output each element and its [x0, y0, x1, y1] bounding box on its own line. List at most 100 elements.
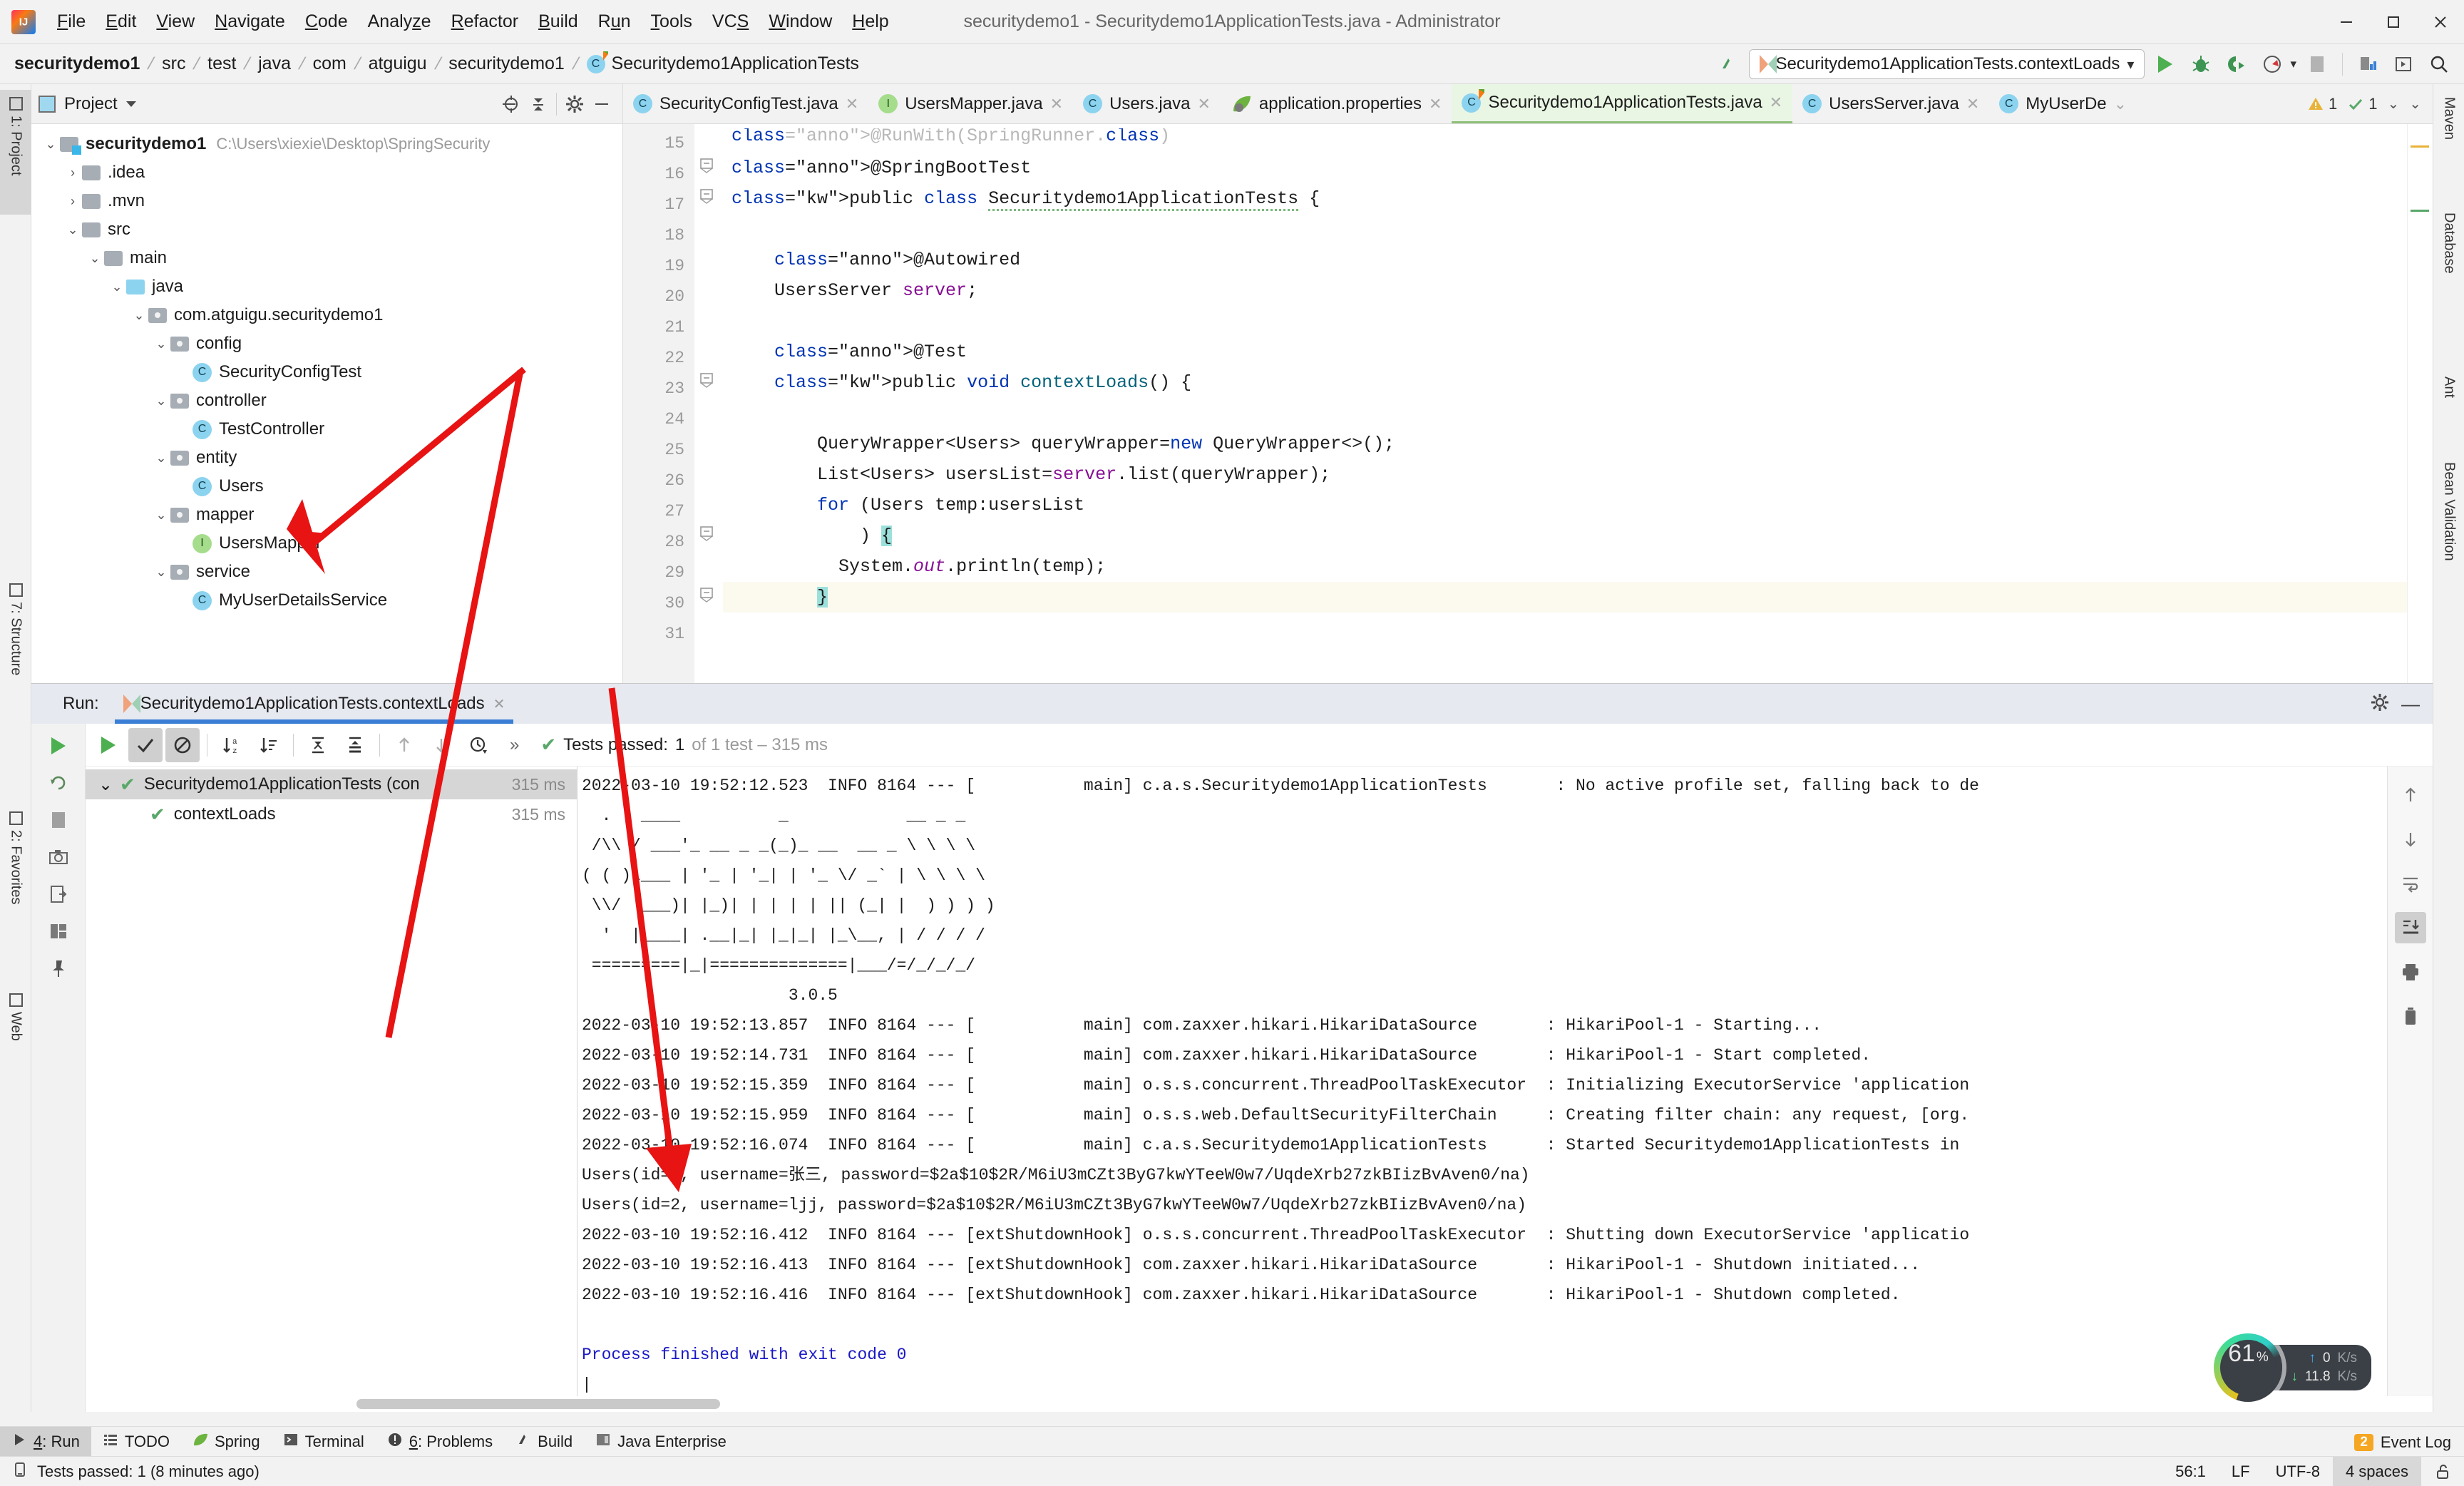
gutter-line-21[interactable]: 21: [623, 312, 694, 343]
editor-tabs[interactable]: C SecurityConfigTest.java ✕ I UsersMapper.ja…: [623, 84, 2433, 124]
console-side-toolbar[interactable]: [2387, 767, 2433, 1396]
editor-tab-application-properties[interactable]: application.properties ✕: [1221, 84, 1452, 123]
export-icon[interactable]: [43, 879, 73, 909]
chevron-down-icon[interactable]: ▾: [2127, 56, 2134, 73]
rail-tab-7--structure[interactable]: 7: Structure: [0, 576, 31, 754]
tree-node-com-atguigu-securitydemo1[interactable]: ⌄ com.atguigu.securitydemo1: [31, 301, 622, 329]
run-button[interactable]: [2150, 49, 2180, 79]
event-log-button[interactable]: 2 Event Log: [2354, 1433, 2451, 1452]
file-encoding[interactable]: UTF-8: [2263, 1457, 2333, 1486]
gutter-line-19[interactable]: 19: [623, 251, 694, 282]
code-line-26[interactable]: List<Users> usersList=server.list(queryW…: [723, 459, 2407, 490]
scroll-up-icon[interactable]: [2395, 779, 2426, 811]
profile-button[interactable]: [2257, 49, 2287, 79]
chevron-down-icon[interactable]: ⌄: [152, 451, 170, 466]
preview-button[interactable]: [2388, 49, 2418, 79]
rail-tab-web[interactable]: Web: [0, 986, 31, 1065]
breadcrumb-item-6[interactable]: securitydemo1: [448, 53, 565, 74]
tree-node-config[interactable]: ⌄ config: [31, 329, 622, 358]
gutter-line-18[interactable]: 18: [623, 220, 694, 251]
chevron-down-icon[interactable]: ⌄: [98, 774, 120, 795]
menu-item-vcs[interactable]: VCS: [702, 9, 759, 35]
window-controls[interactable]: [2323, 0, 2464, 44]
gutter-line-25[interactable]: 25: [623, 435, 694, 466]
collapse-all-icon[interactable]: [525, 91, 552, 118]
menu-item-run[interactable]: Run: [588, 9, 641, 35]
tool-strip-todo[interactable]: TODO: [91, 1427, 181, 1457]
test-history-button[interactable]: [461, 728, 496, 762]
code-line-22[interactable]: class="anno">@Test: [723, 337, 2407, 367]
gutter-line-24[interactable]: 24: [623, 404, 694, 435]
chevron-down-icon[interactable]: ⌄: [108, 280, 126, 294]
code-line-16[interactable]: class="anno">@SpringBootTest: [723, 153, 2407, 183]
tree-node-users[interactable]: C Users: [31, 472, 622, 501]
gutter-line-31[interactable]: 31: [623, 619, 694, 650]
project-view-chevron-down-icon[interactable]: [125, 101, 136, 107]
profile-dropdown-caret-icon[interactable]: ▾: [2290, 57, 2296, 71]
scroll-down-icon[interactable]: [2395, 824, 2426, 855]
left-tool-rail[interactable]: 1: Project 7: Structure 2: Favorites Web: [0, 84, 31, 1412]
fold-marker-line-27[interactable]: [694, 492, 723, 523]
editor-tab-securitydemo1applicationtests-java[interactable]: C Securitydemo1ApplicationTests.java ✕: [1452, 84, 1793, 123]
right-tool-rail[interactable]: Maven Database Ant Bean Validation: [2433, 84, 2464, 1412]
code-line-20[interactable]: UsersServer server;: [723, 275, 2407, 306]
gutter-line-22[interactable]: 22: [623, 343, 694, 374]
test-runner-toolbar[interactable]: az » ✔ Tests passed: 1 of 1 test – 315 m…: [86, 724, 2433, 767]
rerun-tests-button[interactable]: [91, 728, 125, 762]
fold-marker-line-21[interactable]: [694, 308, 723, 339]
menu-item-navigate[interactable]: Navigate: [205, 9, 295, 35]
show-ignored-toggle[interactable]: [165, 727, 200, 762]
run-tab-close-icon[interactable]: ✕: [493, 695, 505, 713]
chevron-down-icon[interactable]: ⌄: [152, 508, 170, 523]
close-icon[interactable]: ✕: [1429, 95, 1442, 113]
gutter-line-29[interactable]: 29: [623, 558, 694, 588]
gutter-line-23[interactable]: 23: [623, 374, 714, 404]
print-icon[interactable]: [2395, 956, 2426, 988]
expand-all-button[interactable]: [301, 728, 335, 762]
run-window-hide-icon[interactable]: —: [2401, 693, 2420, 715]
code-line-24[interactable]: [723, 398, 2407, 429]
breadcrumb-item-5[interactable]: atguigu: [369, 53, 427, 74]
tree-node-main[interactable]: ⌄ main: [31, 244, 622, 272]
code-line-17[interactable]: class="kw">public class Securitydemo1App…: [723, 183, 2407, 214]
maximize-button[interactable]: [2370, 0, 2417, 44]
select-opened-file-icon[interactable]: [498, 91, 525, 118]
camera-icon[interactable]: [43, 842, 73, 872]
hide-pane-icon[interactable]: [588, 91, 615, 118]
menu-item-tools[interactable]: Tools: [641, 9, 702, 35]
stop-button[interactable]: [2302, 49, 2332, 79]
code-line-25[interactable]: QueryWrapper<Users> queryWrapper=new Que…: [723, 429, 2407, 459]
chevron-down-icon[interactable]: ⌄: [2114, 95, 2127, 113]
menu-item-build[interactable]: Build: [528, 9, 588, 35]
chevron-right-icon[interactable]: ›: [63, 194, 82, 209]
fold-marker-line-28[interactable]: [694, 523, 723, 553]
breadcrumb-item-1[interactable]: src: [162, 53, 185, 74]
editor-tab-myuserde[interactable]: C MyUserDe ⌄: [1989, 84, 2137, 123]
tool-strip-build[interactable]: Build: [504, 1427, 584, 1457]
editor-tabs-chevron-down-icon[interactable]: ⌄: [2387, 95, 2399, 113]
next-failed-test-button[interactable]: [424, 728, 458, 762]
debug-button[interactable]: [2186, 49, 2216, 79]
fold-marker-line-30[interactable]: [694, 584, 723, 615]
menu-item-window[interactable]: Window: [759, 9, 842, 35]
code-line-27[interactable]: for (Users temp:usersList: [723, 490, 2407, 521]
run-side-toolbar[interactable]: [31, 724, 86, 1412]
menu-item-code[interactable]: Code: [295, 9, 358, 35]
menu-item-refactor[interactable]: Refactor: [441, 9, 529, 35]
fold-marker-line-25[interactable]: [694, 431, 723, 461]
code-line-18[interactable]: [723, 214, 2407, 245]
chevron-down-icon[interactable]: ⌄: [130, 308, 148, 323]
chevron-right-icon[interactable]: ›: [63, 165, 82, 180]
tree-node--idea[interactable]: › .idea: [31, 158, 622, 187]
lock-icon[interactable]: [2421, 1457, 2464, 1486]
fold-marker-line-15[interactable]: [694, 124, 723, 155]
chevron-down-icon[interactable]: ⌄: [152, 337, 170, 352]
gutter-line-20[interactable]: 20: [623, 282, 717, 312]
stop-icon[interactable]: [43, 805, 73, 835]
breadcrumb[interactable]: securitydemo1/src / test / java / com / atguigu /…: [0, 51, 859, 74]
tree-node--mvn[interactable]: › .mvn: [31, 187, 622, 215]
editor-tab-usersserver-java[interactable]: C UsersServer.java ✕: [1792, 84, 1989, 123]
gutter-line-27[interactable]: 27: [623, 496, 694, 527]
menu-item-view[interactable]: View: [146, 9, 205, 35]
breadcrumb-item-0[interactable]: securitydemo1: [14, 53, 140, 74]
